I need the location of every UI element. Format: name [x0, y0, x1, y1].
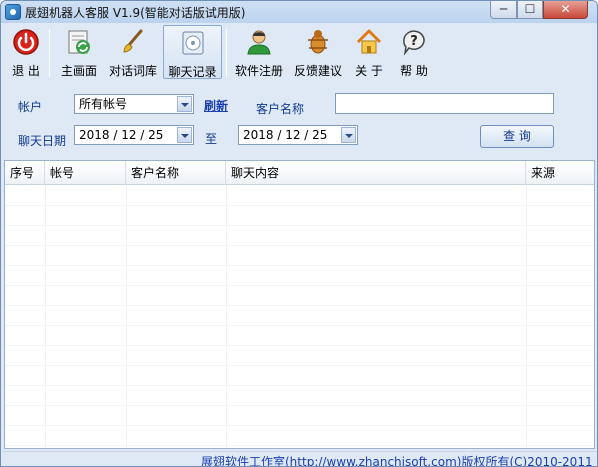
- app-window: 展翅机器人客服 V1.9(智能对话版试用版) ─ ☐ ✕ 退 出 主画面 对话词…: [0, 0, 598, 467]
- row-line: [5, 285, 594, 286]
- date-from-value: 2018 / 12 / 25: [79, 128, 164, 142]
- title-bar: 展翅机器人客服 V1.9(智能对话版试用版) ─ ☐ ✕: [1, 1, 597, 23]
- row-line: [5, 265, 594, 266]
- window-title: 展翅机器人客服 V1.9(智能对话版试用版): [25, 6, 246, 20]
- filter-panel: 帐户 所有帐号 刷新 客户名称 聊天日期 2018 / 12 / 25 至 20…: [2, 83, 597, 157]
- query-button[interactable]: 查 询: [480, 125, 554, 148]
- status-bar: 展翅软件工作室(http://www.zhanchisoft.com)版权所有(…: [2, 451, 597, 466]
- main-screen-icon: [68, 30, 90, 54]
- main-screen-button[interactable]: 主画面: [56, 25, 102, 79]
- refresh-link[interactable]: 刷新: [204, 97, 228, 114]
- chat-records-table[interactable]: 序号 帐号 客户名称 聊天内容 来源: [4, 160, 595, 449]
- calendar-dropdown-icon[interactable]: [177, 127, 192, 143]
- chat-records-label: 聊天记录: [168, 65, 217, 79]
- about-button[interactable]: 关 于: [348, 25, 390, 79]
- column-header-content[interactable]: 聊天内容: [226, 161, 526, 185]
- brush-icon: [123, 29, 143, 53]
- bug-icon: [308, 30, 328, 54]
- row-line: [5, 325, 594, 326]
- exit-label: 退 出: [12, 64, 40, 78]
- dialog-lexicon-button[interactable]: 对话词库: [105, 25, 161, 79]
- row-line: [5, 245, 594, 246]
- column-header-customer[interactable]: 客户名称: [126, 161, 226, 185]
- minimize-button[interactable]: ─: [490, 1, 517, 19]
- date-to-label: 至: [205, 132, 218, 146]
- column-header-index[interactable]: 序号: [5, 161, 45, 185]
- main-screen-label: 主画面: [60, 64, 97, 78]
- toolbar-separator: [49, 29, 50, 77]
- about-label: 关 于: [355, 64, 383, 78]
- column-header-account[interactable]: 帐号: [45, 161, 126, 185]
- customer-name-label: 客户名称: [256, 102, 305, 116]
- help-button[interactable]: ? 帮 助: [393, 25, 435, 79]
- table-header: 序号 帐号 客户名称 聊天内容 来源: [5, 161, 594, 185]
- exit-button[interactable]: 退 出: [6, 25, 46, 79]
- row-line: [5, 225, 594, 226]
- close-icon: ✕: [560, 2, 571, 16]
- software-registration-button[interactable]: 软件注册: [231, 25, 287, 79]
- toolbar-separator: [226, 29, 227, 77]
- dialog-lexicon-label: 对话词库: [108, 64, 157, 78]
- minimize-icon: ─: [499, 2, 508, 16]
- date-from-picker[interactable]: 2018 / 12 / 25: [74, 125, 194, 145]
- chat-records-button[interactable]: 聊天记录: [163, 25, 222, 79]
- chevron-down-icon[interactable]: [177, 96, 192, 112]
- svg-text:?: ?: [410, 34, 418, 49]
- row-line: [5, 205, 594, 206]
- row-line: [5, 305, 594, 306]
- copyright-link[interactable]: 展翅软件工作室(http://www.zhanchisoft.com)版权所有(…: [201, 453, 593, 466]
- row-line: [5, 445, 594, 446]
- software-registration-label: 软件注册: [234, 64, 283, 78]
- row-line: [5, 345, 594, 346]
- help-label: 帮 助: [400, 64, 428, 78]
- close-button[interactable]: ✕: [543, 1, 588, 19]
- customer-name-input[interactable]: [335, 93, 554, 114]
- disk-icon: [182, 31, 203, 55]
- exit-icon: [13, 29, 39, 55]
- row-line: [5, 405, 594, 406]
- column-header-source[interactable]: 来源: [526, 161, 594, 185]
- toolbar: 退 出 主画面 对话词库 聊天记录 软件注册 反馈建议 关 于 ? 帮 助: [2, 23, 597, 83]
- account-select-value: 所有帐号: [79, 97, 128, 111]
- home-icon: [356, 29, 382, 54]
- date-to-value: 2018 / 12 / 25: [243, 128, 328, 142]
- feedback-label: 反馈建议: [293, 64, 342, 78]
- maximize-icon: ☐: [524, 2, 536, 16]
- row-line: [5, 385, 594, 386]
- date-to-picker[interactable]: 2018 / 12 / 25: [238, 125, 358, 145]
- account-select[interactable]: 所有帐号: [74, 94, 194, 114]
- account-label: 帐户: [18, 100, 43, 114]
- feedback-button[interactable]: 反馈建议: [291, 25, 345, 79]
- app-logo-icon: [5, 4, 21, 20]
- chat-date-label: 聊天日期: [18, 134, 67, 148]
- row-line: [5, 425, 594, 426]
- help-icon: ?: [403, 30, 425, 56]
- maximize-button[interactable]: ☐: [517, 1, 543, 19]
- row-line: [5, 365, 594, 366]
- calendar-dropdown-icon[interactable]: [341, 127, 356, 143]
- user-icon: [247, 30, 271, 55]
